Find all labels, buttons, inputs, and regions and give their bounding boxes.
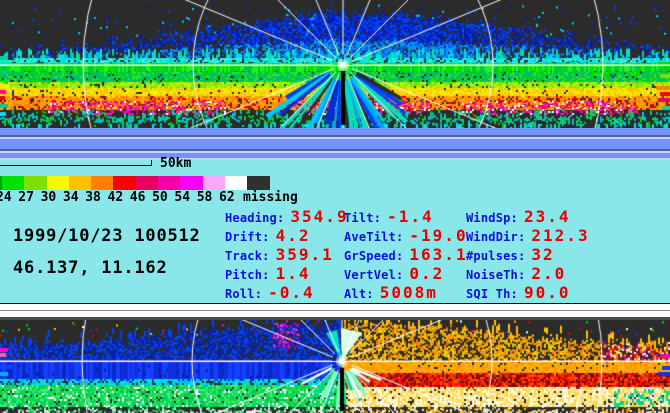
position-text: 46.137, 11.162 xyxy=(13,258,168,278)
colorbar-tick: 24 xyxy=(0,190,12,205)
param-row: Tilt: -1.4 xyxy=(344,207,468,226)
velocity-panel xyxy=(0,320,670,413)
param-label: WindSp: xyxy=(466,211,518,225)
param-value: -19.0 xyxy=(409,226,467,245)
colorbar-tick: 27 xyxy=(18,190,34,205)
param-row: Heading: 354.9 xyxy=(225,207,349,226)
panel-divider xyxy=(0,303,670,320)
colorbar-segment xyxy=(180,176,202,190)
param-row: Track: 359.1 xyxy=(225,245,349,264)
colorbar-segment xyxy=(69,176,91,190)
param-row: Pitch: 1.4 xyxy=(225,264,349,283)
colorbar-segment xyxy=(225,176,247,190)
colorbar-tick: 38 xyxy=(85,190,101,205)
param-value: 23.4 xyxy=(524,207,571,226)
param-label: WindDir: xyxy=(466,230,525,244)
colorbar-tick: 42 xyxy=(108,190,124,205)
colorbar-missing-segment xyxy=(247,176,269,190)
scale-ruler-tick xyxy=(151,160,152,166)
param-label: Tilt: xyxy=(344,211,381,225)
colorbar-tick: 62 xyxy=(219,190,235,205)
colorbar-segment xyxy=(158,176,180,190)
param-row: Alt: 5008m xyxy=(344,283,468,302)
param-value: 212.3 xyxy=(531,226,589,245)
colorbar-segment xyxy=(91,176,113,190)
param-label: Heading: xyxy=(225,211,284,225)
param-row: WindSp: 23.4 xyxy=(466,207,590,226)
param-value: 90.0 xyxy=(524,283,571,302)
colorbar-segment xyxy=(203,176,225,190)
param-value: -0.4 xyxy=(268,283,315,302)
colorbar-tick: 54 xyxy=(174,190,190,205)
param-row: AveTilt: -19.0 xyxy=(344,226,468,245)
param-label: Pitch: xyxy=(225,268,270,282)
param-label: Drift: xyxy=(225,230,270,244)
param-row: SQI Th: 90.0 xyxy=(466,283,590,302)
param-value: 5008m xyxy=(380,283,438,302)
splitter-stripe xyxy=(0,158,670,160)
reflectivity-colorbar xyxy=(0,176,270,190)
param-row: Roll: -0.4 xyxy=(225,283,349,302)
param-row: WindDir: 212.3 xyxy=(466,226,590,245)
colorbar-segment xyxy=(47,176,69,190)
scale-ruler-line xyxy=(0,165,152,166)
reflectivity-panel xyxy=(0,0,670,128)
colorbar-tick: 46 xyxy=(130,190,146,205)
param-value: 359.1 xyxy=(276,245,334,264)
param-value: 4.2 xyxy=(276,226,311,245)
param-label: Alt: xyxy=(344,287,374,301)
colorbar-segment xyxy=(136,176,158,190)
param-value: 1.4 xyxy=(276,264,311,283)
colorbar-tick: 30 xyxy=(41,190,57,205)
colorbar-missing-label: missing xyxy=(243,190,298,205)
splitter-stripe xyxy=(0,139,670,149)
param-column: WindSp:23.4WindDir:212.3#pulses:32NoiseT… xyxy=(466,207,590,302)
param-value: 2.0 xyxy=(531,264,566,283)
scale-ruler-label: 50km xyxy=(160,156,191,171)
param-label: Track: xyxy=(225,249,270,263)
param-label: #pulses: xyxy=(466,249,525,263)
splitter-bars xyxy=(0,128,670,160)
colorbar-tick-labels: 24 27 30 34 38 42 46 50 54 58 62 missing xyxy=(0,190,320,204)
colorbar-segment xyxy=(113,176,135,190)
colorbar-tick: 34 xyxy=(63,190,79,205)
param-label: GrSpeed: xyxy=(344,249,403,263)
colorbar-segment xyxy=(2,176,24,190)
colorbar-tick: 50 xyxy=(152,190,168,205)
param-row: #pulses: 32 xyxy=(466,245,590,264)
param-label: NoiseTh: xyxy=(466,268,525,282)
param-row: NoiseTh: 2.0 xyxy=(466,264,590,283)
param-value: 354.9 xyxy=(290,207,348,226)
param-value: -1.4 xyxy=(387,207,434,226)
datetime-text: 1999/10/23 100512 xyxy=(13,226,201,246)
param-label: AveTilt: xyxy=(344,230,403,244)
param-column: Heading: 354.9 Drift: 4.2 Track: 359.1 Pitch: 1… xyxy=(225,207,349,302)
param-column: Tilt:-1.4AveTilt:-19.0GrSpeed:163.1VertV… xyxy=(344,207,468,302)
param-value: 163.1 xyxy=(409,245,467,264)
param-label: SQI Th: xyxy=(466,287,518,301)
param-row: GrSpeed: 163.1 xyxy=(344,245,468,264)
param-row: VertVel: 0.2 xyxy=(344,264,468,283)
colorbar-segment xyxy=(24,176,46,190)
param-label: VertVel: xyxy=(344,268,403,282)
param-value: 0.2 xyxy=(409,264,444,283)
param-value: 32 xyxy=(531,245,554,264)
radar-app-window: 50km 24 27 30 34 38 42 46 50 54 58 62 missing 1999/… xyxy=(0,0,670,413)
colorbar-tick: 58 xyxy=(197,190,213,205)
param-label: Roll: xyxy=(225,287,262,301)
param-row: Drift: 4.2 xyxy=(225,226,349,245)
splitter-stripe xyxy=(0,128,670,135)
